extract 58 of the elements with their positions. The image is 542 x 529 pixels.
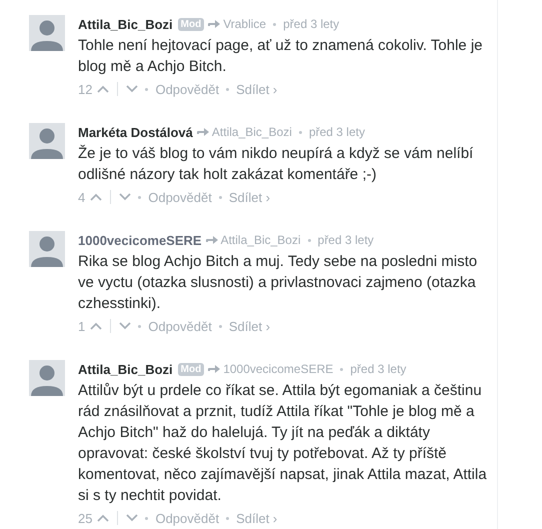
comment-text: Attilův být u prdele co říkat se. Attila být egomaniak a češtinu rád znásilňovat a prznit, tudíž Attila říkat "Tohle je blog mě a Achjo Bitch" haž do halelujá. Ty jít na peďák a diktáty opravovat: české školství tvuj ty potřebovat. Až ty příště komentovat, něco zajímavější napsat, jinak Attila mazat, Attila si s ty nechtit povidat. xyxy=(78,381,488,506)
upvote-icon[interactable] xyxy=(90,322,102,330)
separator-dot xyxy=(298,130,302,134)
reply-arrow-icon xyxy=(196,127,209,137)
reply-link[interactable]: Odpovědět xyxy=(148,318,212,334)
vote-count: 12 xyxy=(78,82,92,96)
separator-dot xyxy=(273,22,276,26)
reply-link[interactable]: Odpovědět xyxy=(148,190,212,204)
moderator-badge: Mod xyxy=(178,362,204,376)
separator-dot xyxy=(340,368,344,370)
timestamp-link[interactable]: před 3 lety xyxy=(308,125,365,139)
moderator-badge: Mod xyxy=(178,18,204,30)
downvote-icon[interactable] xyxy=(119,322,132,330)
share-link[interactable]: Sdílet › xyxy=(236,510,278,526)
reply-link[interactable]: Odpovědět xyxy=(155,510,220,526)
share-link[interactable]: Sdílet › xyxy=(228,190,270,204)
timestamp-link[interactable]: před 3 lety xyxy=(283,17,340,31)
vote-count: 25 xyxy=(78,510,92,526)
timestamp-link[interactable]: před 3 lety xyxy=(350,362,406,376)
separator-dot xyxy=(138,196,142,198)
separator-dot xyxy=(218,324,222,328)
share-link[interactable]: Sdílet › xyxy=(236,82,278,96)
separator-dot xyxy=(145,516,148,520)
comment-text: Tohle není hejtovací page, ať už to znamená cokoliv. Tohle je blog mě a Achjo Bitch. xyxy=(78,36,484,77)
author-name[interactable]: Attila_Bic_Bozi xyxy=(78,16,173,32)
reply-arrow-icon xyxy=(206,235,218,245)
comment-text: Že je to váš blog to vám nikdo neupírá a když se vám nelíbí odlišné názory tak holt zakázat komentáře ;-) xyxy=(78,144,474,185)
separator-dot xyxy=(308,238,311,242)
share-link[interactable]: Sdílet › xyxy=(228,318,270,334)
avatar-icon[interactable] xyxy=(29,360,65,396)
separator-dot xyxy=(218,196,222,198)
upvote-icon[interactable] xyxy=(97,514,110,522)
reply-to-link[interactable]: Attila_Bic_Bozi xyxy=(212,125,292,139)
timestamp-link[interactable]: před 3 lety xyxy=(318,233,374,247)
downvote-icon[interactable] xyxy=(119,193,132,201)
separator-dot xyxy=(138,324,142,328)
upvote-icon[interactable] xyxy=(97,85,110,93)
author-name[interactable]: Attila_Bic_Bozi xyxy=(78,362,173,376)
separator-dot xyxy=(226,516,230,520)
vote-count: 4 xyxy=(78,190,86,204)
reply-link[interactable]: Odpovědět xyxy=(155,82,220,96)
avatar-icon[interactable] xyxy=(29,123,65,159)
avatar-icon[interactable] xyxy=(29,231,65,267)
separator-dot xyxy=(145,88,148,90)
comment-text: Rika se blog Achjo Bitch a muj. Tedy sebe na posledni misto ve vyctu (otazka slusnosti) a privlastnovaci zajmeno (otazka czhesstinki). xyxy=(78,252,478,314)
downvote-icon[interactable] xyxy=(126,85,138,93)
downvote-icon[interactable] xyxy=(126,514,138,522)
vote-count: 1 xyxy=(78,318,86,334)
reply-arrow-icon xyxy=(208,364,220,374)
reply-to-link[interactable]: Attila_Bic_Bozi xyxy=(220,233,301,247)
reply-to-link[interactable]: 1000vecicomeSERE xyxy=(223,362,334,376)
avatar-icon[interactable] xyxy=(29,15,65,51)
author-name[interactable]: 1000vecicomeSERE xyxy=(78,232,202,248)
reply-arrow-icon xyxy=(208,19,220,29)
upvote-icon[interactable] xyxy=(90,193,102,201)
separator-dot xyxy=(226,88,230,90)
author-name[interactable]: Markéta Dostálová xyxy=(78,124,193,140)
reply-to-link[interactable]: Vrablice xyxy=(223,17,266,31)
